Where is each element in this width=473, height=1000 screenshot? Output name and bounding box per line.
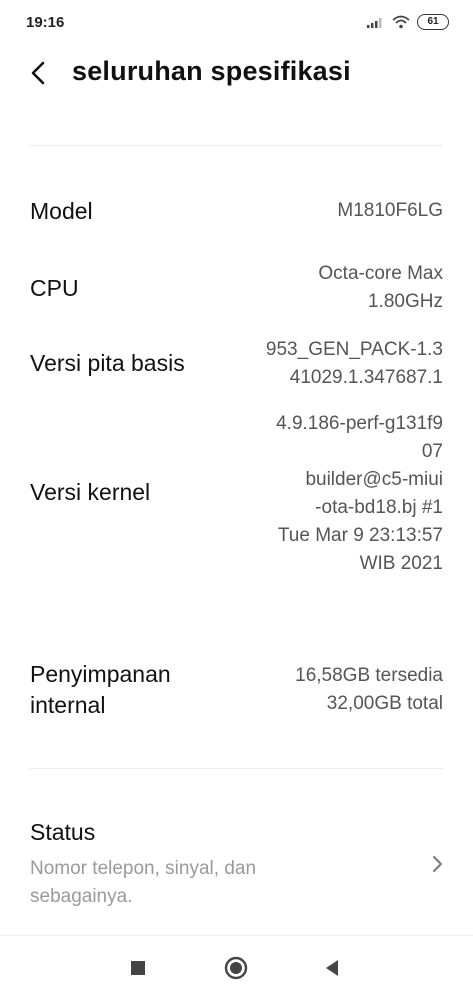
status-bar: 19:16 61 [0,0,473,44]
divider [30,768,443,769]
back-arrow-icon[interactable] [28,60,50,86]
status-time: 19:16 [26,14,65,31]
spec-value: M1810F6LG [337,200,443,221]
page-title: seluruhan spesifikasi [72,56,351,86]
status-item-label: Status [30,819,96,845]
spec-row-baseband: Versi pita basis 953_GEN_PACK-1.3 41029.… [30,336,443,394]
spec-value: Octa-core Max 1.80GHz [318,263,443,312]
spec-row-storage: Penyimpanan internal 16,58GB tersedia 32… [30,659,443,721]
spec-label: Penyimpanan internal [30,661,171,718]
spec-label: Versi kernel [30,479,151,505]
signal-icon [367,18,382,28]
spec-label: CPU [30,275,79,301]
spec-label: Versi pita basis [30,350,185,376]
spec-row-model: Model M1810F6LG [30,195,443,231]
chevron-right-icon [433,856,442,872]
spec-value: 953_GEN_PACK-1.3 41029.1.347687.1 [265,339,443,388]
divider [30,145,443,146]
spec-row-cpu: CPU Octa-core Max 1.80GHz [30,260,443,318]
status-item-description: Nomor telepon, sinyal, dan sebagainya. [30,858,257,907]
recent-apps-icon[interactable] [126,956,150,980]
spec-label: Model [30,198,93,224]
nav-back-icon[interactable] [320,956,344,980]
status-icons: 61 [367,14,449,30]
navigation-bar [0,935,473,1000]
header: seluruhan spesifikasi [0,50,473,100]
wifi-icon [392,15,410,29]
spec-row-kernel: Versi kernel 4.9.186-perf-g131f9 07 buil… [30,410,443,578]
home-icon[interactable] [224,956,248,980]
spec-value: 4.9.186-perf-g131f9 07 builder@c5-miui -… [276,413,443,574]
battery-indicator: 61 [417,14,449,30]
spec-value: 16,58GB tersedia 32,00GB total [295,665,443,714]
status-list-item[interactable]: Status Nomor telepon, sinyal, dan sebaga… [0,805,473,925]
